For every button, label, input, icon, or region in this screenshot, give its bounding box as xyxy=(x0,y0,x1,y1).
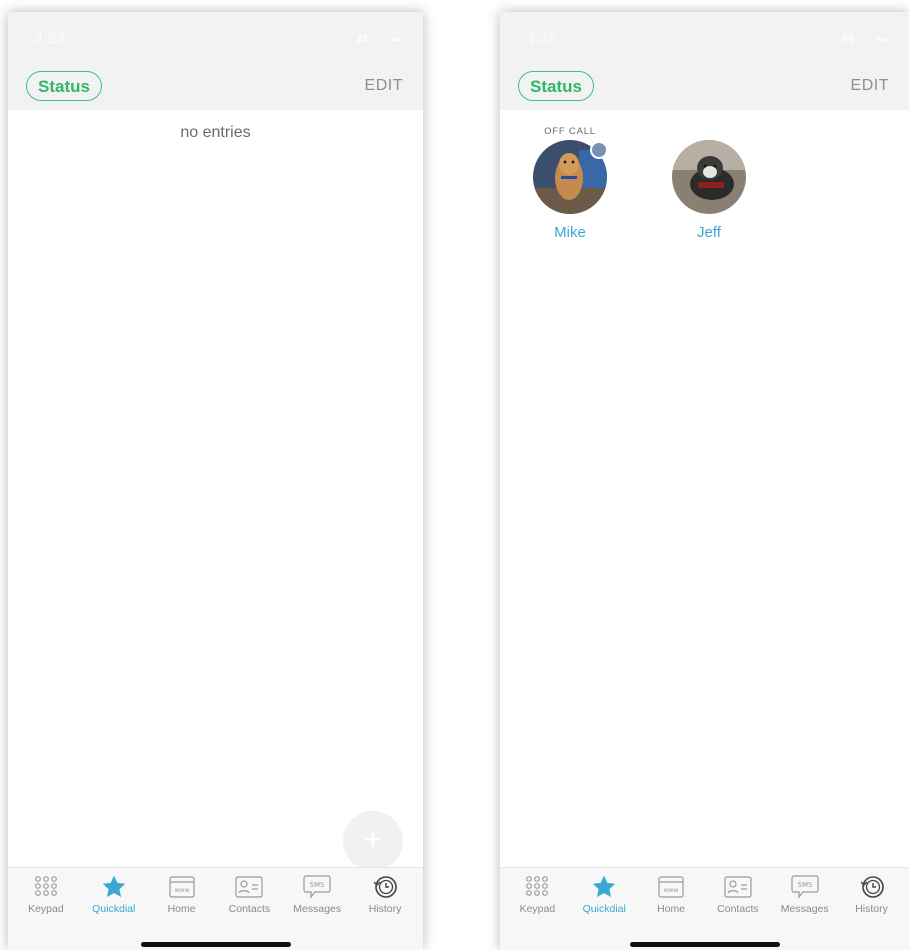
tab-label: Contacts xyxy=(228,903,271,915)
contact-name: Mike xyxy=(554,224,586,241)
home-indicator[interactable] xyxy=(629,942,780,947)
add-button[interactable]: + xyxy=(343,811,403,871)
phone-screen-favorites: 4:28 ▮▮ ◠ ▬ Status EDIT OFF CALL Mike Je… xyxy=(500,12,909,950)
status-time: 4:28 xyxy=(526,31,558,48)
tab-contacts[interactable]: Contacts xyxy=(215,874,283,915)
svg-text:www: www xyxy=(174,887,189,894)
nav-header: Status EDIT xyxy=(8,66,423,110)
tab-label: Keypad xyxy=(28,903,64,915)
contact-card-icon xyxy=(704,874,771,900)
tab-messages[interactable]: SMS Messages xyxy=(283,874,351,915)
sms-icon: SMS xyxy=(771,874,838,900)
home-indicator[interactable] xyxy=(140,942,291,947)
status-icons: ▮▮ ◠ ▬ xyxy=(356,33,401,44)
tab-history[interactable]: History xyxy=(838,874,905,915)
favorite-contact[interactable]: OFF CALL Mike xyxy=(525,110,615,241)
contact-name: Jeff xyxy=(697,224,721,241)
tab-quickdial[interactable]: Quickdial xyxy=(80,874,148,915)
signal-icon: ▮▮ xyxy=(356,32,369,44)
tab-quickdial[interactable]: Quickdial xyxy=(571,874,638,915)
tab-label: Messages xyxy=(780,903,829,915)
tab-label: Messages xyxy=(293,903,342,915)
status-bar: 4:24 ▮▮ ◠ ▬ xyxy=(8,12,423,66)
avatar xyxy=(672,140,746,214)
tab-label: Quickdial xyxy=(92,903,136,915)
svg-text:www: www xyxy=(664,887,679,894)
nav-header: Status EDIT xyxy=(500,66,909,110)
status-time: 4:24 xyxy=(34,31,66,48)
call-status-label xyxy=(664,126,754,140)
tab-history[interactable]: History xyxy=(351,874,419,915)
tab-label: Quickdial xyxy=(582,903,626,915)
tab-keypad[interactable]: Keypad xyxy=(12,874,80,915)
status-button[interactable]: Status xyxy=(26,71,102,101)
keypad-icon xyxy=(12,874,80,900)
tab-label: Keypad xyxy=(519,903,556,915)
call-status-label: OFF CALL xyxy=(544,126,596,137)
keypad-icon xyxy=(504,874,571,900)
tab-contacts[interactable]: Contacts xyxy=(704,874,771,915)
edit-button[interactable]: EDIT xyxy=(851,77,889,95)
status-icons: ▮▮ ◠ ▬ xyxy=(842,33,887,44)
tab-home[interactable]: www Home xyxy=(638,874,705,915)
battery-icon: ▬ xyxy=(390,32,401,44)
tab-bar: Keypad Quickdial www Home Contacts SMS M… xyxy=(500,867,909,950)
tab-bar: Keypad Quickdial www Home Contacts SMS M… xyxy=(8,867,423,950)
signal-icon: ▮▮ xyxy=(842,32,855,44)
svg-text:SMS: SMS xyxy=(797,881,812,889)
www-icon: www xyxy=(148,874,216,900)
tab-home[interactable]: www Home xyxy=(148,874,216,915)
tab-label: Home xyxy=(167,903,196,915)
status-bar: 4:28 ▮▮ ◠ ▬ xyxy=(500,12,909,66)
avatar xyxy=(533,140,608,214)
empty-state-text: no entries xyxy=(180,124,251,141)
history-clock-icon xyxy=(838,874,905,900)
quickdial-list: OFF CALL Mike Jeff xyxy=(500,110,909,868)
tab-keypad[interactable]: Keypad xyxy=(504,874,571,915)
edit-button[interactable]: EDIT xyxy=(365,77,403,95)
favorite-contact[interactable]: Jeff xyxy=(664,110,754,241)
quickdial-list: no entries + xyxy=(8,110,423,871)
wifi-icon: ◠ xyxy=(860,32,870,44)
www-icon: www xyxy=(638,874,705,900)
history-clock-icon xyxy=(351,874,419,900)
star-icon xyxy=(571,874,638,900)
tab-label: History xyxy=(368,903,402,915)
tab-label: History xyxy=(855,903,888,915)
tab-label: Contacts xyxy=(717,903,759,915)
battery-icon: ▬ xyxy=(876,32,887,44)
tab-label: Home xyxy=(657,903,686,915)
tab-messages[interactable]: SMS Messages xyxy=(771,874,838,915)
svg-text:SMS: SMS xyxy=(310,881,325,889)
presence-indicator xyxy=(590,141,608,159)
phone-screen-empty: 4:24 ▮▮ ◠ ▬ Status EDIT no entries + Key… xyxy=(8,12,423,950)
status-button[interactable]: Status xyxy=(518,71,594,101)
star-icon xyxy=(80,874,148,900)
contact-card-icon xyxy=(215,874,283,900)
sms-icon: SMS xyxy=(283,874,351,900)
wifi-icon: ◠ xyxy=(374,32,384,44)
